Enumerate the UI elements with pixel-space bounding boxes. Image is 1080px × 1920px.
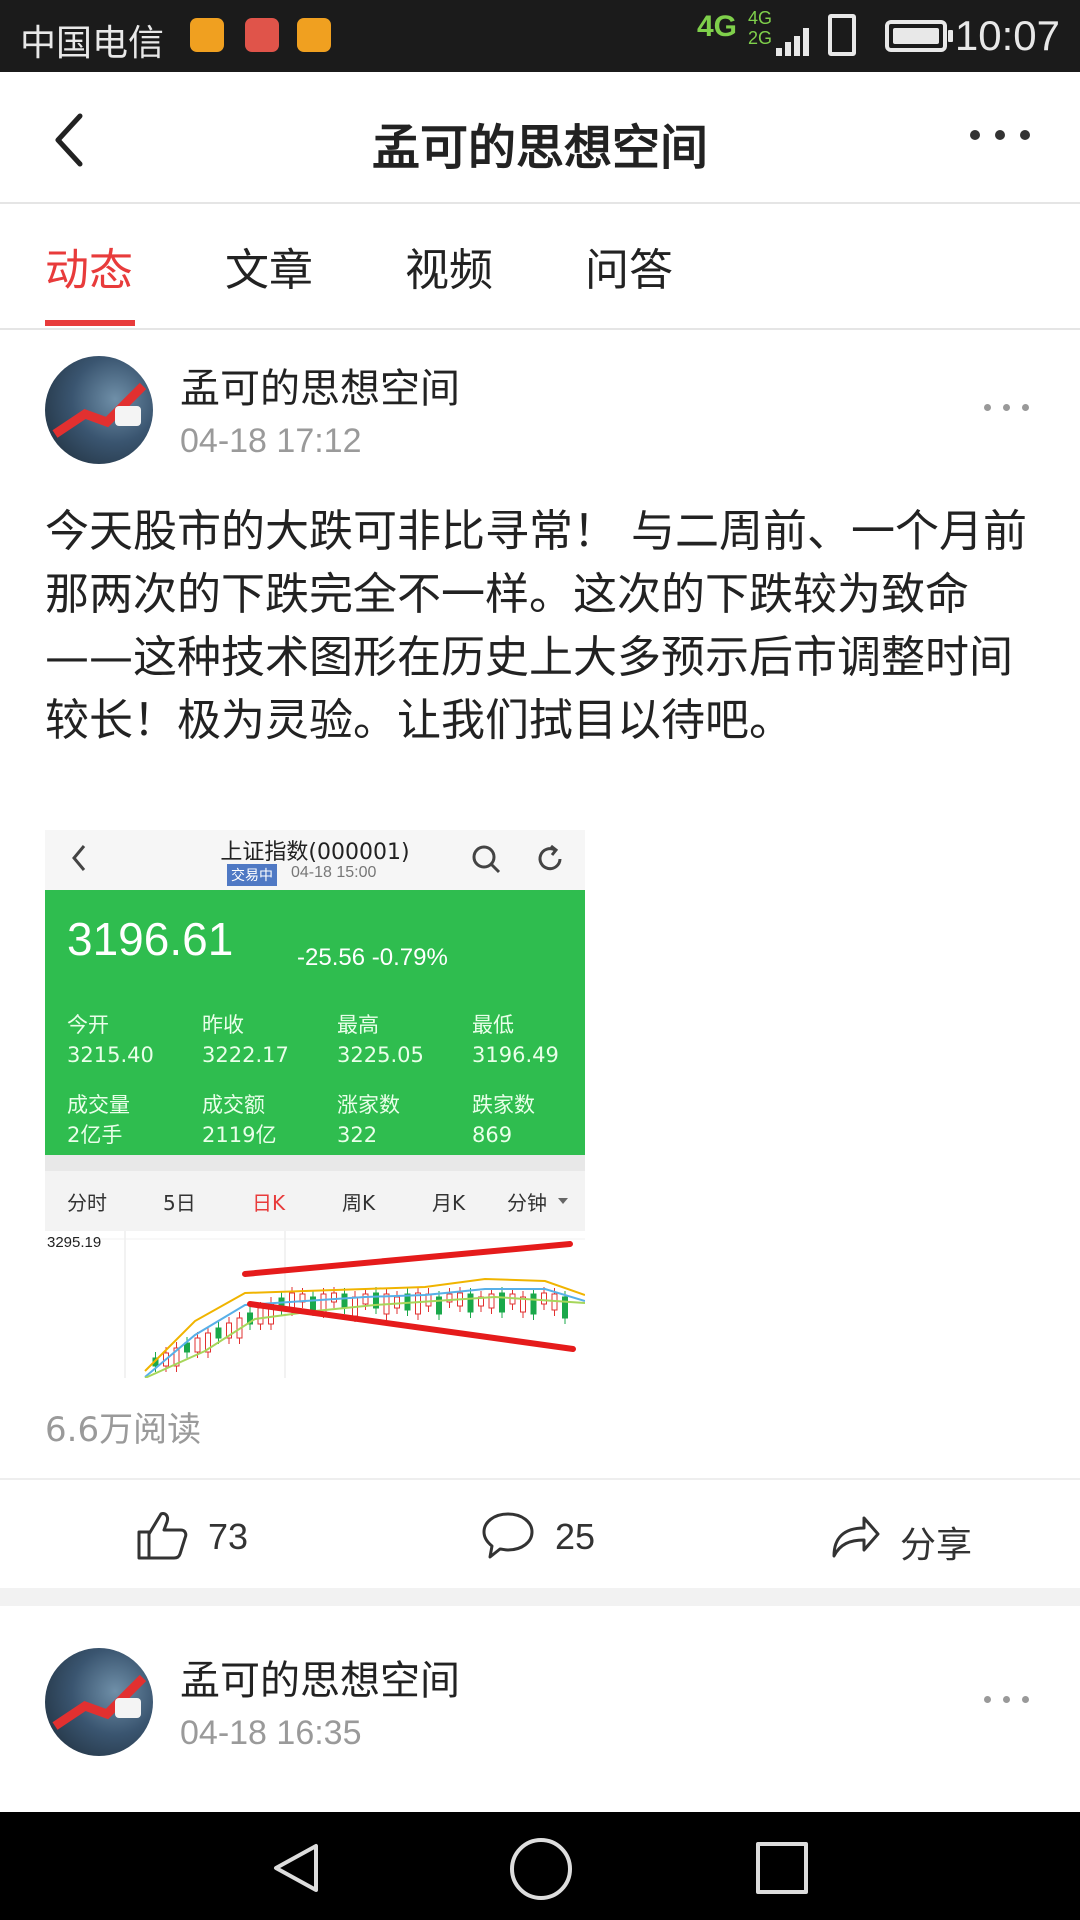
page-title: 孟可的思想空间: [371, 120, 708, 176]
candle-body: [331, 1292, 337, 1303]
clock: 10:07: [954, 12, 1060, 59]
post-actions: 73 25 分享: [0, 1478, 1080, 1590]
more-options-icon[interactable]: [970, 130, 1030, 144]
post-author[interactable]: 孟可的思想空间: [180, 356, 460, 414]
candle-body: [362, 1293, 369, 1305]
stat-item: 涨家数 322: [337, 1093, 400, 1147]
nav-recent-apps-icon[interactable]: [756, 1842, 808, 1894]
post-menu-icon[interactable]: [984, 404, 1030, 414]
post-image[interactable]: 上证指数(000001) 交易中 04-18 15:00 3196.61 -25…: [45, 830, 585, 1378]
chart-tab: 月K: [432, 1191, 466, 1215]
stat-item: 今开 3215.40: [67, 1013, 154, 1067]
chart-tab: 周K: [342, 1191, 376, 1215]
post-author[interactable]: 孟可的思想空间: [180, 1648, 460, 1706]
profile-tabs: 动态 文章 视频 问答: [0, 204, 1080, 330]
stock-price: 3196.61: [67, 913, 234, 965]
stock-change: -25.56 -0.79%: [297, 944, 448, 971]
candle-body: [257, 1307, 264, 1325]
chart-tab: 分钟: [507, 1191, 547, 1215]
candle-body: [194, 1337, 201, 1353]
top-app-bar: 孟可的思想空间: [0, 72, 1080, 204]
sim-icon: [828, 14, 856, 56]
nav-back-icon[interactable]: [270, 1842, 320, 1894]
notification-app-icon: [297, 18, 331, 52]
network-secondary-label: 4G 2G: [748, 8, 773, 48]
avatar[interactable]: [45, 1648, 153, 1756]
stat-item: 昨收 3222.17: [202, 1013, 289, 1067]
status-bar: 中国电信 4G 4G 2G 10:07: [0, 0, 1080, 72]
system-nav-bar: [0, 1812, 1080, 1920]
chart-tab: 5日: [163, 1191, 196, 1215]
tab-videos[interactable]: 视频: [405, 234, 493, 298]
divider: [45, 1155, 585, 1171]
post-text: 今天股市的大跌可非比寻常！ 与二周前、一个月前那两次的下跌完全不一样。这次的下跌…: [45, 506, 1027, 746]
stat-item: 成交额 2119亿: [202, 1093, 277, 1147]
candlestick-chart: [45, 1231, 585, 1378]
candlestick-chart-svg: [45, 1231, 585, 1378]
stat-item: 最高 3225.05: [337, 1013, 424, 1067]
chart-tab: 分时: [67, 1191, 107, 1215]
chart-high-label: 3295.19: [47, 1234, 102, 1251]
notification-app-icon: [190, 18, 224, 52]
candle-body: [562, 1296, 568, 1319]
refresh-icon: [538, 844, 562, 871]
candle-body: [530, 1293, 537, 1315]
share-button[interactable]: 分享: [900, 1516, 972, 1568]
thumbs-up-icon[interactable]: [135, 1508, 189, 1562]
stock-app-header: 上证指数(000001) 交易中 04-18 15:00: [45, 830, 585, 890]
stock-title: 上证指数(000001): [220, 840, 410, 865]
avatar-image: [52, 1674, 147, 1730]
post-time: 04-18 17:12: [180, 422, 362, 460]
tab-dynamic[interactable]: 动态: [45, 234, 133, 298]
candle-body: [436, 1296, 442, 1315]
tab-qa[interactable]: 问答: [585, 234, 673, 298]
dropdown-caret-icon: [558, 1198, 568, 1204]
trading-badge: 交易中: [227, 864, 277, 886]
trend-line-upper: [242, 1241, 573, 1277]
candle-body: [499, 1292, 505, 1313]
avatar[interactable]: [45, 356, 153, 464]
post-time: 04-18 16:35: [180, 1714, 362, 1752]
candle-body: [215, 1327, 222, 1339]
comment-count[interactable]: 25: [555, 1516, 595, 1558]
tab-articles[interactable]: 文章: [225, 234, 313, 298]
feed-divider: [0, 1588, 1080, 1606]
candle-body: [341, 1293, 348, 1309]
candle-body: [488, 1293, 495, 1309]
carrier-name: 中国电信: [20, 23, 165, 64]
stat-item: 跌家数 869: [472, 1093, 535, 1147]
chart-tab: 日K: [252, 1191, 286, 1215]
chart-tabs: 分时 5日 日K 周K 月K 分钟: [45, 1171, 585, 1231]
candle-body: [541, 1292, 547, 1305]
post-menu-icon[interactable]: [984, 1696, 1030, 1706]
network-type-label: 4G: [697, 10, 738, 43]
stock-quote-panel: 3196.61 -25.56 -0.79% 今开 3215.40 昨收 3222.1…: [45, 890, 585, 1155]
active-tab-indicator: [45, 320, 135, 326]
like-count[interactable]: 73: [208, 1516, 248, 1558]
stat-item: 成交量 2亿手: [67, 1093, 130, 1147]
avatar-image: [52, 382, 147, 438]
comment-icon[interactable]: [480, 1508, 536, 1562]
nav-home-icon[interactable]: [510, 1838, 572, 1900]
search-icon: [472, 845, 501, 874]
stat-item: 最低 3196.49: [472, 1013, 559, 1067]
candle-body: [310, 1296, 316, 1311]
candle-body: [467, 1293, 474, 1313]
stock-datetime: 04-18 15:00: [291, 864, 377, 881]
notification-app-icon: [245, 18, 279, 52]
share-icon[interactable]: [830, 1508, 880, 1560]
battery-icon: [885, 20, 953, 52]
read-count: 6.6万阅读: [45, 1410, 202, 1450]
